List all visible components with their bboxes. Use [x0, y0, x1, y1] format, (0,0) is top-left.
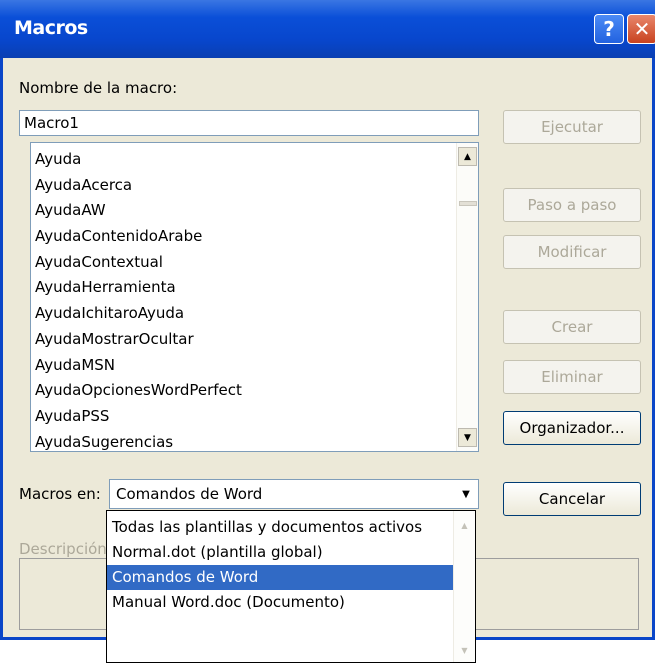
macros-in-label: Macros en: [19, 485, 101, 503]
dropdown-option-normal-dot[interactable]: Normal.dot (plantilla global) [107, 540, 453, 565]
list-item[interactable]: AyudaMostrarOcultar [31, 327, 451, 353]
title-bar[interactable]: Macros ? ✕ [0, 0, 655, 58]
description-label: Descripción: [19, 540, 112, 558]
dropdown-option-word-commands[interactable]: Comandos de Word [107, 565, 453, 590]
list-item[interactable]: AyudaContextual [31, 250, 451, 276]
macro-name-label: Nombre de la macro: [19, 79, 178, 97]
scroll-down-button[interactable]: ▼ [458, 428, 477, 447]
step-button[interactable]: Paso a paso [503, 188, 641, 222]
macros-in-combobox[interactable]: Comandos de Word ▼ [109, 479, 479, 509]
help-button[interactable]: ? [594, 14, 624, 44]
list-item[interactable]: AyudaMSN [31, 353, 451, 379]
run-button[interactable]: Ejecutar [503, 110, 641, 144]
list-item[interactable]: AyudaPSS [31, 404, 451, 430]
macros-in-dropdown-list[interactable]: Todas las plantillas y documentos activo… [106, 510, 476, 663]
list-item[interactable]: AyudaAcerca [31, 173, 451, 199]
dialog-title: Macros [14, 17, 88, 39]
macros-in-value: Comandos de Word [116, 485, 263, 503]
list-item[interactable]: AyudaSugerencias [31, 430, 451, 451]
scroll-up-button[interactable]: ▲ [458, 147, 477, 166]
scroll-thumb[interactable] [459, 201, 477, 206]
macro-name-input[interactable]: Macro1 [19, 110, 479, 136]
help-icon: ? [603, 17, 615, 41]
dropdown-option-all-templates[interactable]: Todas las plantillas y documentos activo… [107, 515, 453, 540]
organizer-button[interactable]: Organizador... [503, 411, 641, 445]
list-item[interactable]: AyudaContenidoArabe [31, 224, 451, 250]
macro-list[interactable]: Ayuda AyudaAcerca AyudaAW AyudaContenido… [30, 142, 479, 452]
dropdown-scrollbar[interactable]: ▲ ▼ [453, 511, 475, 662]
triangle-up-icon[interactable]: ▲ [455, 515, 474, 535]
delete-button[interactable]: Eliminar [503, 360, 641, 394]
list-item[interactable]: AyudaHerramienta [31, 275, 451, 301]
close-icon: ✕ [633, 17, 651, 41]
close-button[interactable]: ✕ [627, 14, 655, 44]
triangle-up-icon: ▲ [464, 151, 471, 162]
list-item[interactable]: AyudaAW [31, 198, 451, 224]
dropdown-option-manual-word-doc[interactable]: Manual Word.doc (Documento) [107, 590, 453, 615]
list-item[interactable]: AyudaOpcionesWordPerfect [31, 378, 451, 404]
macro-list-scrollbar[interactable]: ▲ ▼ [456, 143, 478, 451]
list-item[interactable]: AyudaIchitaroAyuda [31, 301, 451, 327]
cancel-button[interactable]: Cancelar [503, 482, 641, 516]
list-item[interactable]: Ayuda [31, 147, 451, 173]
triangle-down-icon[interactable]: ▼ [455, 640, 474, 660]
chevron-down-icon[interactable]: ▼ [454, 480, 478, 508]
create-button[interactable]: Crear [503, 310, 641, 344]
edit-button[interactable]: Modificar [503, 235, 641, 269]
triangle-down-icon: ▼ [464, 432, 471, 443]
